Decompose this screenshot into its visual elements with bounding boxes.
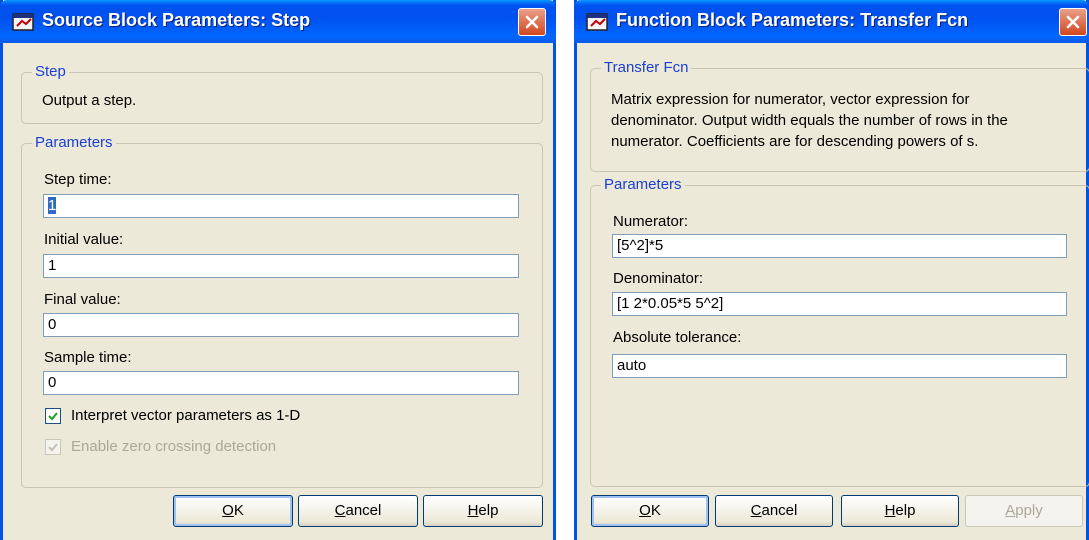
block-description: Output a step. xyxy=(42,92,137,109)
parameters-group: Parameters Numerator: [5^2]*5 Denominato… xyxy=(590,176,1089,487)
numerator-field[interactable]: [5^2]*5 xyxy=(612,234,1067,258)
block-info-group: Step Output a step. xyxy=(21,63,543,124)
dialog-title: Source Block Parameters: Step xyxy=(42,10,311,30)
ok-button[interactable]: OK xyxy=(591,495,709,527)
zero-crossing-checkbox xyxy=(45,439,61,455)
close-icon xyxy=(1066,15,1080,29)
block-info-group: Transfer Fcn Matrix expression for numer… xyxy=(590,59,1089,172)
close-button[interactable] xyxy=(1059,8,1087,36)
title-bar[interactable]: Source Block Parameters: Step xyxy=(0,0,556,43)
group-title: Parameters xyxy=(601,176,685,193)
help-button[interactable]: Help xyxy=(423,495,543,527)
group-title: Transfer Fcn xyxy=(601,59,692,76)
block-description: Matrix expression for numerator, vector … xyxy=(611,91,1008,150)
initial-value-field[interactable]: 1 xyxy=(43,254,519,278)
checkmark-icon xyxy=(48,443,58,452)
close-button[interactable] xyxy=(518,8,546,36)
close-icon xyxy=(525,15,539,29)
absolute-tolerance-label: Absolute tolerance: xyxy=(613,329,742,346)
interpret-vector-checkbox[interactable] xyxy=(45,408,61,424)
cancel-button[interactable]: Cancel xyxy=(298,495,418,527)
parameters-group: Parameters Step time: 1 Initial value: 1… xyxy=(21,134,543,488)
initial-value-label: Initial value: xyxy=(44,231,124,248)
final-value-field[interactable]: 0 xyxy=(43,313,519,337)
apply-button: Apply xyxy=(965,495,1083,527)
checkmark-icon xyxy=(48,412,58,421)
dialog-title: Function Block Parameters: Transfer Fcn xyxy=(616,10,969,30)
absolute-tolerance-field[interactable]: auto xyxy=(612,354,1067,378)
help-button[interactable]: Help xyxy=(841,495,959,527)
simulink-block-icon xyxy=(586,13,608,31)
interpret-vector-label: Interpret vector parameters as 1-D xyxy=(71,407,301,424)
zero-crossing-label: Enable zero crossing detection xyxy=(71,438,277,455)
sample-time-label: Sample time: xyxy=(44,349,132,366)
numerator-label: Numerator: xyxy=(613,213,689,230)
denominator-field[interactable]: [1 2*0.05*5 5^2] xyxy=(612,292,1067,316)
cancel-button[interactable]: Cancel xyxy=(715,495,833,527)
step-time-label: Step time: xyxy=(44,171,112,188)
final-value-label: Final value: xyxy=(44,291,121,308)
step-time-field[interactable]: 1 xyxy=(43,194,519,218)
group-title: Step xyxy=(32,63,69,80)
group-title: Parameters xyxy=(32,134,116,151)
denominator-label: Denominator: xyxy=(613,270,704,287)
title-bar[interactable]: Function Block Parameters: Transfer Fcn xyxy=(574,0,1089,43)
transfer-fcn-parameters-dialog: Function Block Parameters: Transfer Fcn … xyxy=(574,0,1089,540)
step-parameters-dialog: Source Block Parameters: Step Step Outpu… xyxy=(0,0,556,540)
sample-time-field[interactable]: 0 xyxy=(43,371,519,395)
ok-button[interactable]: OK xyxy=(173,495,293,527)
simulink-block-icon xyxy=(12,13,34,31)
